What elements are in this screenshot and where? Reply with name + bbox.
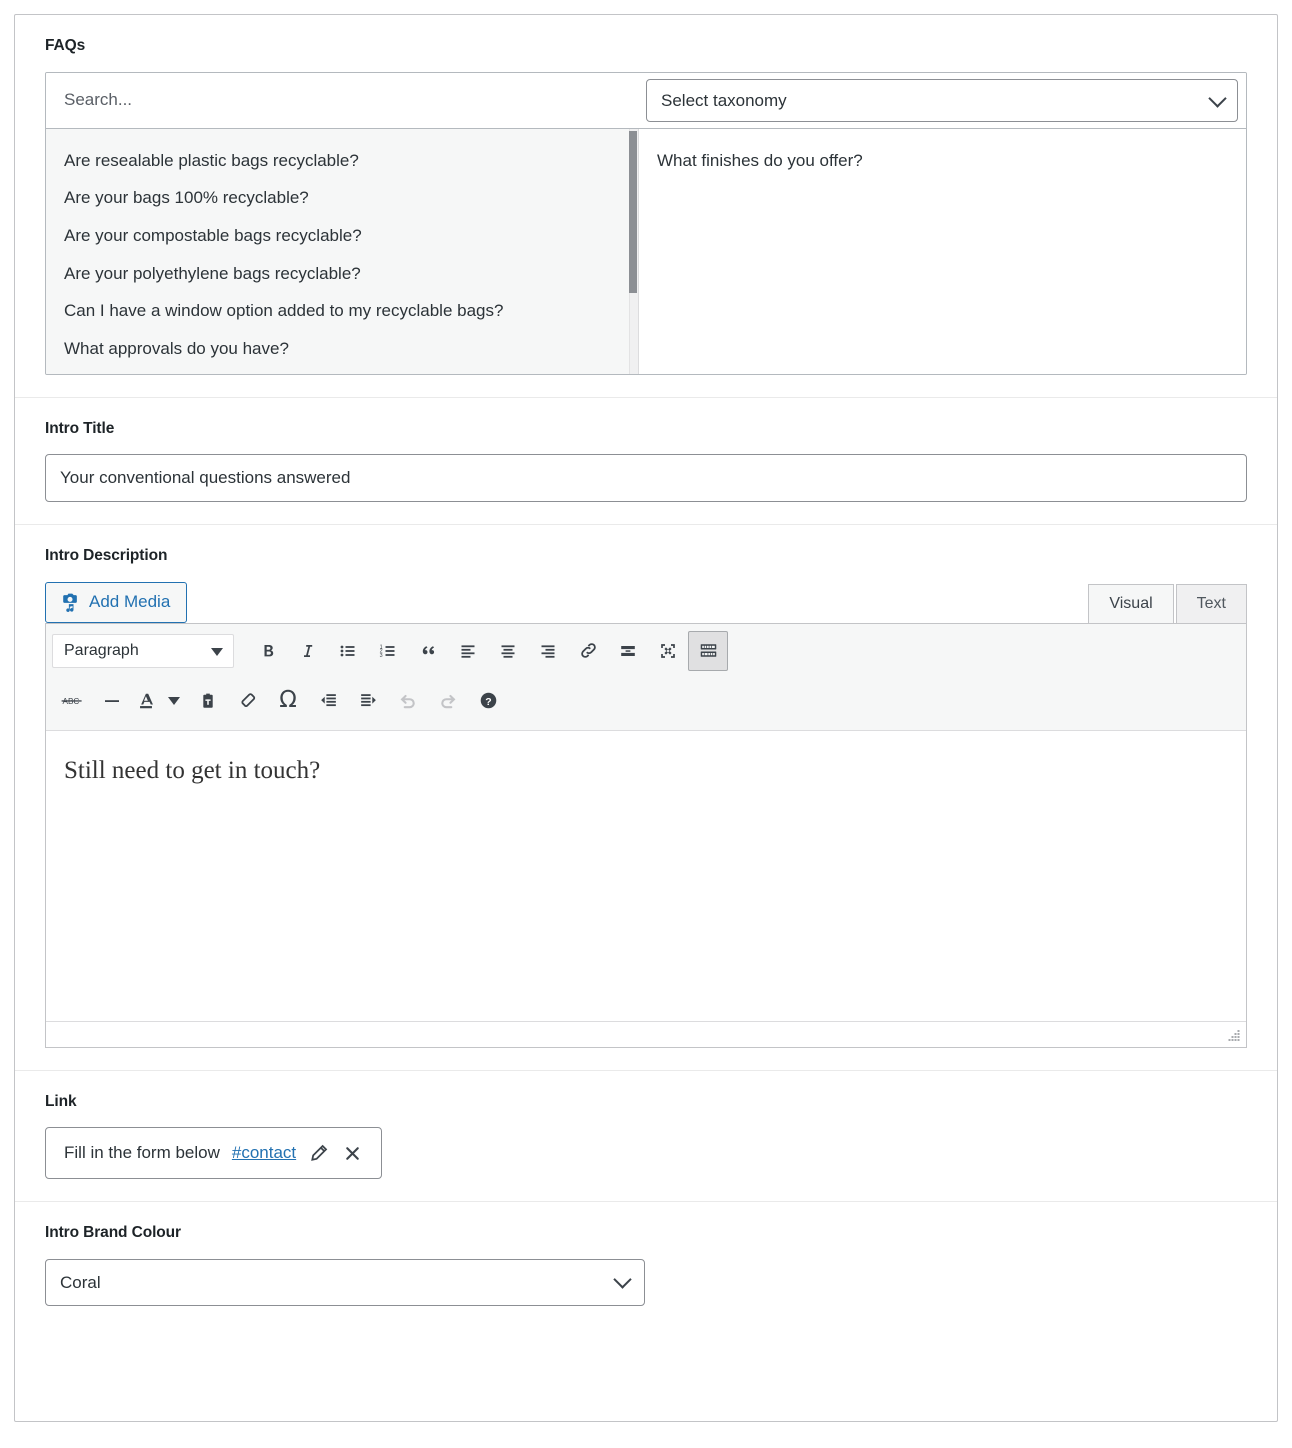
link-value-chip: Fill in the form below #contact [45, 1127, 383, 1180]
faq-search-input[interactable] [46, 72, 646, 128]
link-url[interactable]: #contact [232, 1143, 296, 1163]
faq-available-list: Are resealable plastic bags recyclable? … [46, 129, 638, 369]
bold-icon[interactable] [248, 631, 288, 671]
toolbar-toggle-icon[interactable] [688, 630, 728, 671]
paragraph-format-select-wrapper: Paragraph [52, 633, 234, 668]
numbered-list-icon[interactable]: 1 2 3 [368, 631, 408, 671]
paragraph-format-select[interactable]: Paragraph [52, 633, 234, 668]
field-row-intro-brand-colour: Intro Brand Colour Coral [15, 1202, 1277, 1328]
align-center-icon[interactable] [488, 631, 528, 671]
faq-available-panel: Are resealable plastic bags recyclable? … [46, 128, 639, 374]
field-row-intro-title: Intro Title [15, 398, 1277, 526]
faq-relationship-header: Select taxonomy [46, 72, 1246, 129]
tab-text[interactable]: Text [1175, 583, 1247, 623]
editor-mode-tabs: Visual Text [1086, 583, 1247, 623]
link-title: Fill in the form below [64, 1143, 220, 1163]
editor-toolbar-row-2: ABC Ω ? [46, 676, 1246, 730]
omega-glyph: Ω [279, 687, 297, 714]
field-row-intro-description: Intro Description Add Media Visual Text [15, 525, 1277, 1071]
add-media-button[interactable]: Add Media [45, 581, 188, 623]
intro-title-label: Intro Title [45, 419, 115, 437]
redo-icon[interactable] [428, 681, 468, 721]
taxonomy-select-wrapper: Select taxonomy [646, 78, 1238, 122]
increase-indent-icon[interactable] [348, 681, 388, 721]
intro-title-input[interactable] [45, 454, 1247, 503]
close-icon[interactable] [342, 1143, 363, 1164]
editor-toolbar: Paragraph 1 2 3 ABC Ω ? [46, 623, 1246, 731]
field-row-faqs: FAQs Select taxonomy Are resealable pl [15, 15, 1277, 398]
intro-brand-colour-select-wrapper: Coral [45, 1258, 645, 1306]
bulleted-list-icon[interactable] [328, 631, 368, 671]
link-label: Link [45, 1092, 77, 1110]
clear-formatting-icon[interactable] [228, 681, 268, 721]
blockquote-icon[interactable] [408, 631, 448, 671]
faq-selected-list: What finishes do you offer? [639, 129, 1246, 181]
decrease-indent-icon[interactable] [308, 681, 348, 721]
faq-relationship-body: Are resealable plastic bags recyclable? … [46, 128, 1246, 374]
italic-icon[interactable] [288, 631, 328, 671]
list-item[interactable]: Are your bags 100% recyclable? [46, 180, 638, 218]
editor-paragraph: Still need to get in touch? [64, 756, 321, 784]
text-color-icon[interactable] [132, 681, 160, 721]
taxonomy-select[interactable]: Select taxonomy [646, 78, 1238, 122]
intro-brand-colour-label: Intro Brand Colour [45, 1224, 181, 1242]
faq-list-scrollbar-thumb[interactable] [629, 130, 637, 293]
align-left-icon[interactable] [448, 631, 488, 671]
list-item[interactable]: Are your polyethylene bags recyclable? [46, 256, 638, 294]
keyboard-shortcuts-icon[interactable]: ? [468, 681, 508, 721]
pencil-icon[interactable] [308, 1142, 330, 1164]
intro-description-label: Intro Description [45, 547, 168, 565]
svg-text:3: 3 [380, 653, 383, 659]
editor-toolbar-top: Add Media Visual Text [45, 581, 1247, 623]
tab-visual[interactable]: Visual [1088, 583, 1174, 623]
faq-list-scrollbar[interactable] [629, 128, 638, 374]
add-media-label: Add Media [89, 592, 171, 612]
fullscreen-icon[interactable] [648, 631, 688, 671]
wp-editor-frame: Paragraph 1 2 3 ABC Ω ? Still need to ge… [45, 622, 1247, 1048]
editor-resize-handle[interactable] [1227, 1029, 1241, 1043]
list-item[interactable]: Are your compostable bags recyclable? [46, 218, 638, 256]
insert-link-icon[interactable] [568, 631, 608, 671]
align-right-icon[interactable] [528, 631, 568, 671]
list-item[interactable]: What approvals do you have? [46, 331, 638, 369]
faq-relationship-field: Select taxonomy Are resealable plastic b… [45, 71, 1247, 375]
paste-as-text-icon[interactable] [188, 681, 228, 721]
field-row-link: Link Fill in the form below #contact [15, 1071, 1277, 1203]
intro-brand-colour-select[interactable]: Coral [45, 1258, 645, 1306]
svg-text:?: ? [485, 696, 491, 708]
editor-content-area[interactable]: Still need to get in touch? [46, 730, 1246, 1021]
undo-icon[interactable] [388, 681, 428, 721]
faq-settings-metabox: FAQs Select taxonomy Are resealable pl [14, 14, 1278, 1422]
strikethrough-icon[interactable]: ABC [52, 681, 92, 721]
text-color-dropdown-icon[interactable] [160, 681, 188, 721]
horizontal-line-icon[interactable] [92, 681, 132, 721]
svg-text:ABC: ABC [63, 697, 80, 706]
faq-taxonomy-cell: Select taxonomy [646, 73, 1246, 128]
faq-selected-panel: What finishes do you offer? [639, 128, 1246, 374]
special-character-icon[interactable]: Ω [268, 681, 308, 721]
editor-status-bar [46, 1020, 1246, 1047]
editor-toolbar-row-1: Paragraph 1 2 3 [46, 624, 1246, 676]
faqs-label: FAQs [45, 37, 86, 54]
media-camera-music-icon [59, 592, 80, 613]
list-item[interactable]: Can I have a window option added to my r… [46, 293, 638, 331]
list-item[interactable]: What finishes do you offer? [639, 143, 1246, 181]
read-more-icon[interactable] [608, 631, 648, 671]
list-item[interactable]: Are resealable plastic bags recyclable? [46, 143, 638, 181]
